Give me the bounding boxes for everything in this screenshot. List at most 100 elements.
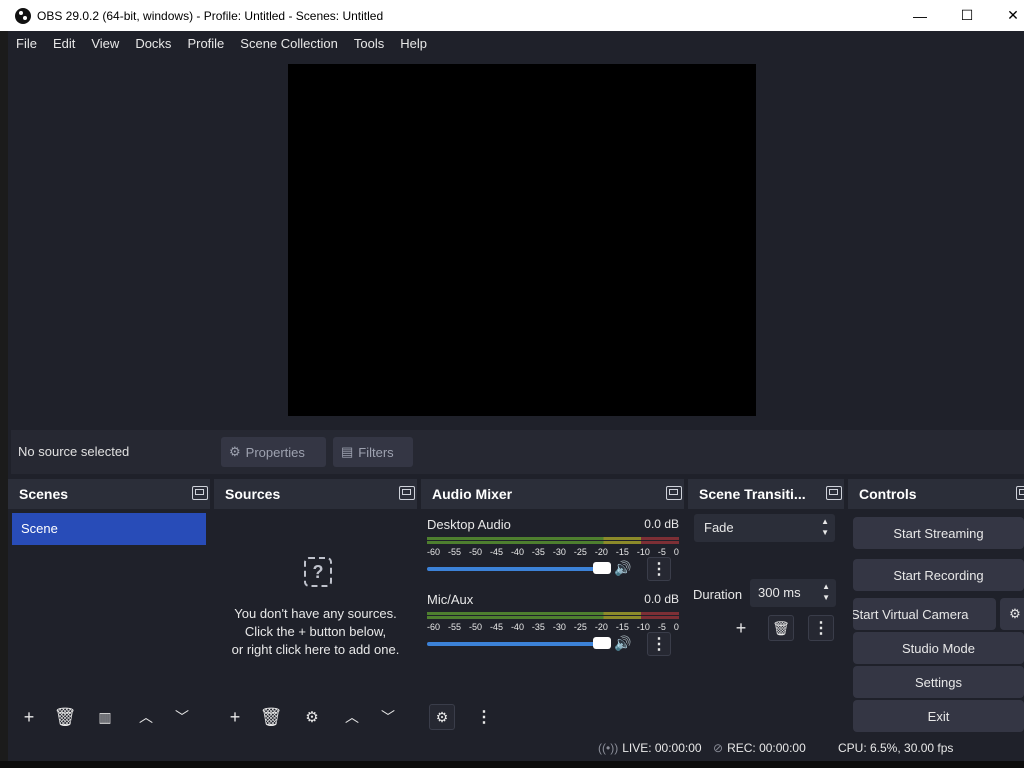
- sources-dock: Sources ? You don't have any sources. Cl…: [214, 479, 417, 734]
- add-transition-icon[interactable]: +: [728, 615, 754, 641]
- menu-profile[interactable]: Profile: [179, 31, 232, 57]
- duration-value: 300 ms: [758, 585, 801, 600]
- more-options-icon[interactable]: ⋮: [647, 557, 671, 581]
- maximize-button[interactable]: ☐: [944, 0, 990, 31]
- no-sources-line: You don't have any sources.: [234, 606, 397, 621]
- scale-tick: -35: [531, 622, 545, 632]
- no-sources-line: or right click here to add one.: [231, 642, 400, 657]
- meter-bar: [427, 537, 679, 540]
- menu-docks[interactable]: Docks: [127, 31, 179, 57]
- transition-selected: Fade: [704, 520, 734, 535]
- undock-icon[interactable]: [192, 486, 208, 500]
- menu-scene-collection[interactable]: Scene Collection: [232, 31, 346, 57]
- audio-mixer-title: Audio Mixer: [432, 486, 513, 502]
- scale-tick: 0: [673, 622, 679, 632]
- scene-list-item[interactable]: Scene: [12, 513, 206, 545]
- menu-help[interactable]: Help: [392, 31, 435, 57]
- scenes-list: Scene + 🗑 ▥ ︿ ﹀: [8, 509, 210, 734]
- trash-icon[interactable]: 🗑: [768, 615, 794, 641]
- no-source-label: No source selected: [18, 444, 130, 459]
- minimize-button[interactable]: —: [897, 0, 943, 31]
- chevron-down-icon[interactable]: ﹀: [375, 704, 401, 730]
- virtual-camera-settings-button[interactable]: ⚙: [1000, 598, 1024, 630]
- preview-canvas[interactable]: [288, 64, 756, 416]
- scene-filters-icon[interactable]: ▥: [92, 704, 118, 730]
- scale-tick: -5: [657, 547, 666, 557]
- settings-button[interactable]: Settings: [853, 666, 1024, 698]
- meter-scale: -60 -55 -50 -45 -40 -35 -30 -25 -20 -15 …: [427, 622, 679, 632]
- virtual-camera-label: Start Virtual Camera: [853, 606, 969, 622]
- scenes-header: Scenes: [8, 479, 210, 509]
- track-level: 0.0 dB: [644, 592, 679, 606]
- volume-slider-handle[interactable]: [593, 637, 611, 649]
- volume-slider-handle[interactable]: [593, 562, 611, 574]
- filters-label: Filters: [358, 444, 394, 460]
- more-options-icon[interactable]: ⋮: [808, 615, 834, 641]
- speaker-icon[interactable]: 🔊: [614, 635, 631, 652]
- audio-mixer-body: Desktop Audio 0.0 dB -60 -55 -50 -45 -40…: [421, 509, 684, 734]
- undock-icon[interactable]: [399, 486, 415, 500]
- undock-icon[interactable]: [826, 486, 842, 500]
- menu-edit[interactable]: Edit: [45, 31, 83, 57]
- undock-icon[interactable]: [666, 486, 682, 500]
- sources-list[interactable]: ? You don't have any sources. Click the …: [214, 509, 417, 734]
- meter-bar: [427, 616, 679, 619]
- meter-bar: [427, 541, 679, 544]
- properties-button[interactable]: ⚙ Properties: [221, 437, 326, 467]
- scale-tick: -20: [594, 547, 608, 557]
- spin-arrows-icon[interactable]: ▲ ▼: [822, 581, 830, 603]
- duration-spinbox[interactable]: 300 ms ▲ ▼: [750, 579, 836, 607]
- scale-tick: -40: [510, 622, 524, 632]
- select-arrows-icon: ▲ ▼: [821, 517, 829, 537]
- window-title: OBS 29.0.2 (64-bit, windows) - Profile: …: [37, 8, 384, 23]
- advanced-audio-gear-icon[interactable]: ⚙: [429, 704, 455, 730]
- gear-icon: ⚙: [1009, 606, 1021, 621]
- scale-tick: -25: [573, 547, 587, 557]
- undock-icon[interactable]: [1016, 486, 1024, 500]
- left-edge: [0, 31, 8, 768]
- obs-logo-icon: [15, 7, 31, 24]
- gear-icon[interactable]: ⚙: [299, 704, 325, 730]
- more-options-icon[interactable]: ⋮: [471, 704, 497, 730]
- scale-tick: -15: [615, 622, 629, 632]
- filter-icon: ▤: [341, 444, 354, 459]
- scene-transitions-header: Scene Transiti...: [688, 479, 844, 509]
- scale-tick: -5: [657, 622, 666, 632]
- filters-button[interactable]: ▤ Filters: [333, 437, 413, 467]
- exit-button[interactable]: Exit: [853, 700, 1024, 732]
- trash-icon[interactable]: 🗑: [52, 704, 78, 730]
- scale-tick: -25: [573, 622, 587, 632]
- start-streaming-button[interactable]: Start Streaming: [853, 517, 1024, 549]
- menu-tools[interactable]: Tools: [346, 31, 392, 57]
- speaker-icon[interactable]: 🔊: [614, 560, 631, 577]
- transition-select[interactable]: Fade ▲ ▼: [694, 514, 835, 542]
- menu-view[interactable]: View: [83, 31, 127, 57]
- scale-tick: -30: [552, 622, 566, 632]
- controls-header: Controls: [848, 479, 1024, 509]
- studio-mode-button[interactable]: Studio Mode: [853, 632, 1024, 664]
- more-options-icon[interactable]: ⋮: [647, 632, 671, 656]
- gear-icon: ⚙: [229, 444, 241, 459]
- sources-header: Sources: [214, 479, 417, 509]
- volume-meter: [427, 537, 679, 545]
- bottom-strip: [0, 761, 1024, 768]
- volume-slider[interactable]: [427, 642, 610, 646]
- volume-slider[interactable]: [427, 567, 610, 571]
- menu-file[interactable]: File: [8, 31, 45, 57]
- trash-icon[interactable]: 🗑: [258, 704, 284, 730]
- start-virtual-camera-button[interactable]: Start Virtual Camera: [853, 598, 996, 630]
- scenes-dock: Scenes Scene + 🗑 ▥ ︿ ﹀: [8, 479, 210, 734]
- chevron-down-icon[interactable]: ﹀: [169, 704, 195, 730]
- start-recording-button[interactable]: Start Recording: [853, 559, 1024, 591]
- scenes-title: Scenes: [19, 486, 69, 502]
- cpu-status: CPU: 6.5%, 30.00 fps: [838, 741, 953, 755]
- audio-track: Mic/Aux 0.0 dB -60 -55 -50 -45 -40 -35 -…: [427, 592, 679, 662]
- chevron-up-icon[interactable]: ︿: [339, 704, 365, 730]
- rec-status: ⊘ REC: 00:00:00: [713, 741, 806, 755]
- add-source-icon[interactable]: +: [222, 704, 248, 730]
- close-button[interactable]: ✕: [990, 0, 1024, 31]
- chevron-up-icon[interactable]: ︿: [133, 704, 159, 730]
- sources-title: Sources: [225, 486, 281, 502]
- add-scene-icon[interactable]: +: [16, 704, 42, 730]
- scale-tick: -40: [510, 547, 524, 557]
